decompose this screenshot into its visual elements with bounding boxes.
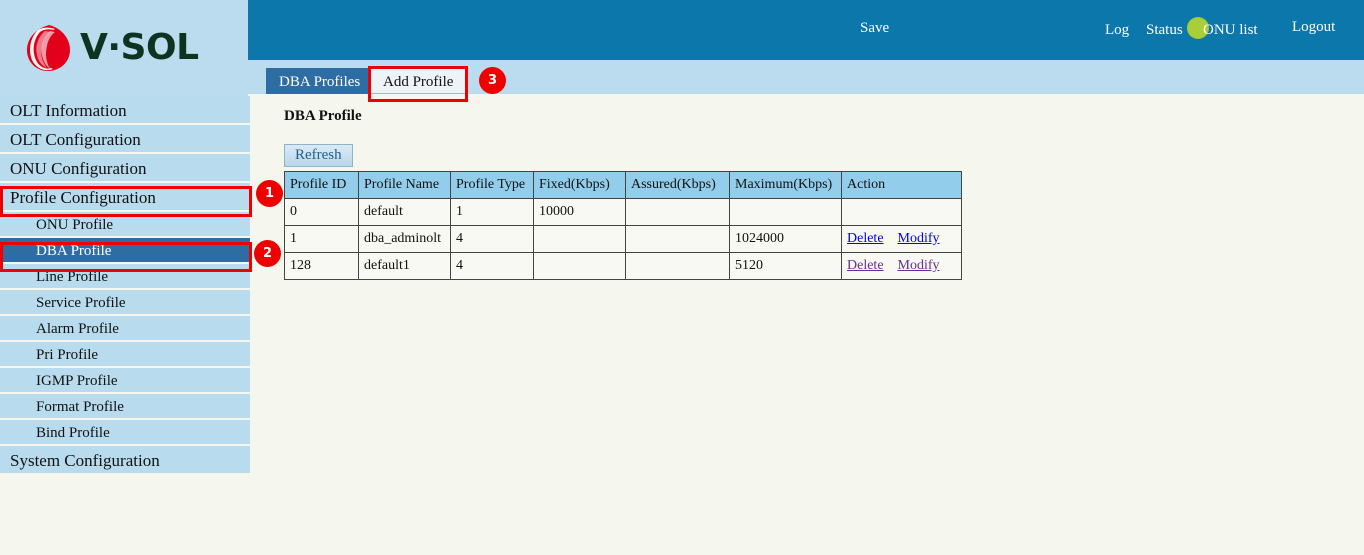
column-header-action: Action: [842, 172, 962, 199]
table-row: 128 default1 4 5120 Delete Modify: [285, 253, 962, 280]
cell-profile-id: 1: [285, 226, 359, 253]
vsol-flame-logo-icon: [26, 24, 72, 72]
cell-action: Delete Modify: [842, 226, 962, 253]
page-title: DBA Profile: [284, 108, 362, 125]
table-row: 1 dba_adminolt 4 1024000 Delete Modify: [285, 226, 962, 253]
column-header-maximum-kbps: Maximum(Kbps): [730, 172, 842, 199]
column-header-profile-name: Profile Name: [359, 172, 451, 199]
cell-action: [842, 199, 962, 226]
sidebar-item-onu-configuration[interactable]: ONU Configuration: [0, 154, 250, 183]
cell-assured: [626, 226, 730, 253]
sidebar-item-service-profile[interactable]: Service Profile: [0, 290, 250, 316]
sidebar-item-pri-profile[interactable]: Pri Profile: [0, 342, 250, 368]
cell-profile-type: 4: [451, 253, 534, 280]
sidebar-item-igmp-profile[interactable]: IGMP Profile: [0, 368, 250, 394]
logo-panel: V·SOL: [0, 0, 248, 96]
cell-action: Delete Modify: [842, 253, 962, 280]
modify-link[interactable]: Modify: [898, 258, 940, 273]
column-header-profile-id: Profile ID: [285, 172, 359, 199]
sidebar-bottom-filler: [0, 483, 250, 555]
refresh-button[interactable]: Refresh: [284, 144, 353, 167]
header-link-log[interactable]: Log: [1105, 23, 1129, 38]
column-header-profile-type: Profile Type: [451, 172, 534, 199]
table-row: 0 default 1 10000: [285, 199, 962, 226]
tab-strip: DBA Profiles Add Profile: [248, 60, 1364, 94]
cell-profile-type: 1: [451, 199, 534, 226]
cell-maximum: 5120: [730, 253, 842, 280]
modify-link[interactable]: Modify: [898, 231, 940, 246]
table-header-row: Profile ID Profile Name Profile Type Fix…: [285, 172, 962, 199]
sidebar-item-dba-profile[interactable]: DBA Profile: [0, 238, 250, 264]
cell-fixed: 10000: [534, 199, 626, 226]
cell-assured: [626, 199, 730, 226]
cell-maximum: 1024000: [730, 226, 842, 253]
sidebar-nav: OLT Information OLT Configuration ONU Co…: [0, 96, 250, 475]
column-header-fixed-kbps: Fixed(Kbps): [534, 172, 626, 199]
cell-profile-name: dba_adminolt: [359, 226, 451, 253]
sidebar-item-alarm-profile[interactable]: Alarm Profile: [0, 316, 250, 342]
sidebar-item-system-configuration[interactable]: System Configuration: [0, 446, 250, 475]
header-link-logout[interactable]: Logout: [1292, 20, 1335, 35]
cell-profile-id: 128: [285, 253, 359, 280]
sidebar-item-olt-configuration[interactable]: OLT Configuration: [0, 125, 250, 154]
sidebar-item-format-profile[interactable]: Format Profile: [0, 394, 250, 420]
top-header-bar: Save Log Status ONU list Logout: [248, 0, 1364, 60]
cell-profile-name: default: [359, 199, 451, 226]
cell-fixed: [534, 253, 626, 280]
cell-maximum: [730, 199, 842, 226]
sidebar-item-line-profile[interactable]: Line Profile: [0, 264, 250, 290]
main-content: DBA Profile Refresh ForoISP Profile ID P…: [248, 94, 1364, 555]
brand-name: V·SOL: [80, 26, 199, 70]
sidebar-item-onu-profile[interactable]: ONU Profile: [0, 212, 250, 238]
cell-profile-name: default1: [359, 253, 451, 280]
tab-add-profile[interactable]: Add Profile: [370, 68, 466, 94]
delete-link[interactable]: Delete: [847, 231, 884, 246]
dba-profile-table: Profile ID Profile Name Profile Type Fix…: [284, 171, 962, 280]
sidebar-item-olt-information[interactable]: OLT Information: [0, 96, 250, 125]
sidebar-item-profile-configuration[interactable]: Profile Configuration: [0, 183, 250, 212]
cell-fixed: [534, 226, 626, 253]
column-header-assured-kbps: Assured(Kbps): [626, 172, 730, 199]
brand-logo[interactable]: V·SOL: [26, 22, 226, 74]
tab-dba-profiles[interactable]: DBA Profiles: [266, 68, 373, 94]
save-button[interactable]: Save: [860, 21, 889, 36]
delete-link[interactable]: Delete: [847, 258, 884, 273]
cell-profile-type: 4: [451, 226, 534, 253]
sidebar-item-bind-profile[interactable]: Bind Profile: [0, 420, 250, 446]
header-link-onu-list[interactable]: ONU list: [1203, 23, 1258, 38]
header-link-status[interactable]: Status: [1146, 23, 1183, 38]
cell-profile-id: 0: [285, 199, 359, 226]
cell-assured: [626, 253, 730, 280]
